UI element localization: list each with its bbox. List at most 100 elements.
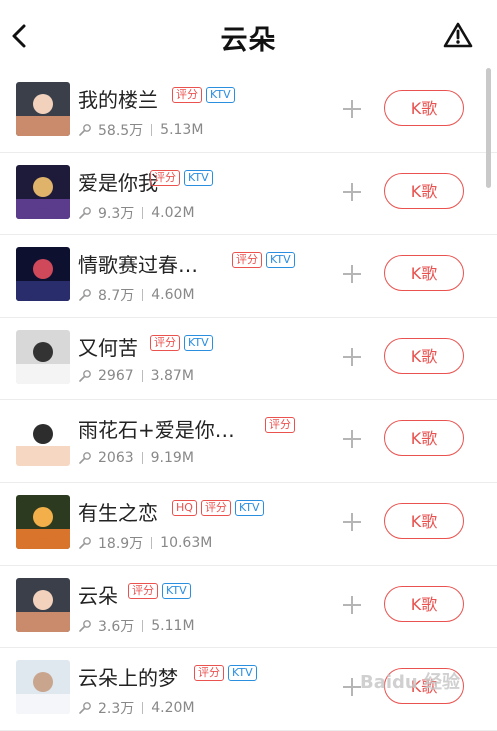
song-title: 云朵上的梦	[78, 666, 178, 691]
song-list: 我的楼兰 评分 KTV 58.5万 5.13M K歌 爱是你我 评分 KTV 9…	[0, 70, 497, 731]
ktv-tag: KTV	[266, 252, 295, 269]
sing-button[interactable]: K歌	[384, 172, 464, 209]
top-bar: 云朵	[0, 0, 497, 70]
song-title: 雨花石+爱是你…	[78, 418, 235, 443]
file-size: 3.87M	[150, 367, 194, 384]
album-cover[interactable]	[16, 247, 70, 302]
add-icon[interactable]	[341, 428, 363, 450]
microphone-icon	[79, 124, 91, 136]
song-tags: 评分 KTV	[194, 665, 257, 682]
song-row[interactable]: 我的楼兰 评分 KTV 58.5万 5.13M K歌	[0, 70, 497, 153]
add-icon[interactable]	[341, 98, 363, 120]
file-size: 4.60M	[151, 287, 195, 304]
add-icon[interactable]	[341, 181, 363, 203]
song-tags: 评分 KTV	[128, 582, 191, 599]
song-meta: 2.3万 4.20M	[78, 698, 195, 718]
song-title: 又何苦	[78, 335, 138, 360]
page-title: 云朵	[220, 25, 277, 56]
watermark: Baidu 经验	[360, 672, 461, 693]
microphone-icon	[79, 702, 91, 714]
score-tag: 评分	[150, 334, 180, 351]
add-icon[interactable]	[341, 594, 363, 616]
album-cover[interactable]	[16, 660, 70, 715]
microphone-icon	[79, 369, 91, 382]
song-row[interactable]: 情歌赛过春… 评分 KTV 8.7万 4.60M K歌	[0, 235, 497, 318]
sing-button[interactable]: K歌	[384, 255, 464, 292]
microphone-icon	[79, 619, 91, 632]
file-size: 5.11M	[151, 617, 195, 634]
song-row[interactable]: 有生之恋 HQ 评分 KTV 18.9万 10.63M K歌	[0, 483, 497, 566]
song-meta: 2967 3.87M	[78, 368, 194, 384]
score-tag: 评分	[265, 417, 295, 434]
album-cover[interactable]	[16, 494, 70, 549]
ktv-tag: KTV	[234, 499, 264, 516]
add-icon[interactable]	[341, 511, 363, 533]
play-count: 18.9万	[98, 535, 144, 552]
score-tag: 评分	[172, 87, 202, 103]
add-icon[interactable]	[341, 346, 363, 368]
score-tag: 评分	[128, 582, 158, 599]
divider	[151, 536, 153, 549]
song-meta: 3.6万 5.11M	[78, 616, 195, 636]
file-size: 4.20M	[151, 700, 195, 717]
divider	[141, 452, 143, 465]
play-count: 3.6万	[98, 618, 135, 635]
microphone-icon	[79, 537, 91, 549]
hq-tag: HQ	[172, 499, 197, 516]
file-size: 4.02M	[151, 204, 195, 221]
sing-button[interactable]: K歌	[384, 585, 464, 622]
score-tag: 评分	[150, 169, 180, 186]
song-row[interactable]: 雨花石+爱是你… 评分 2063 9.19M K歌	[0, 400, 497, 483]
file-size: 5.13M	[160, 122, 204, 138]
song-row[interactable]: 云朵 评分 KTV 3.6万 5.11M K歌	[0, 566, 497, 649]
song-row[interactable]: 又何苦 评分 KTV 2967 3.87M K歌	[0, 318, 497, 401]
divider	[142, 206, 144, 219]
microphone-icon	[79, 206, 91, 219]
album-cover[interactable]	[16, 577, 70, 632]
ktv-tag: KTV	[228, 665, 257, 682]
play-count: 9.3万	[98, 205, 135, 222]
play-count: 2967	[98, 367, 134, 384]
microphone-icon	[79, 289, 91, 301]
divider	[142, 289, 144, 302]
divider	[151, 124, 153, 136]
song-meta: 18.9万 10.63M	[78, 533, 212, 553]
song-tags: 评分 KTV	[150, 334, 213, 351]
song-title: 有生之恋	[78, 500, 158, 525]
divider	[142, 702, 144, 715]
song-title: 云朵	[78, 583, 118, 608]
file-size: 10.63M	[160, 534, 213, 551]
song-tags: 评分	[265, 417, 295, 434]
album-cover[interactable]	[16, 82, 70, 136]
ktv-tag: KTV	[184, 334, 213, 351]
album-cover[interactable]	[16, 412, 70, 467]
album-cover[interactable]	[16, 164, 70, 219]
album-cover[interactable]	[16, 329, 70, 384]
song-tags: 评分 KTV	[150, 169, 213, 186]
divider	[142, 619, 144, 632]
song-tags: 评分 KTV	[232, 252, 295, 269]
warning-triangle-icon[interactable]	[443, 21, 473, 49]
play-count: 8.7万	[98, 288, 135, 305]
song-title: 爱是你我	[78, 170, 158, 195]
score-tag: 评分	[232, 252, 262, 269]
divider	[141, 369, 143, 382]
song-title: 我的楼兰	[78, 88, 158, 112]
ktv-tag: KTV	[162, 582, 191, 599]
ktv-tag: KTV	[184, 169, 213, 186]
play-count: 2.3万	[98, 701, 135, 718]
microphone-icon	[79, 452, 91, 465]
add-icon[interactable]	[341, 263, 363, 285]
song-title: 情歌赛过春…	[78, 253, 198, 278]
scrollbar[interactable]	[486, 68, 491, 188]
sing-button[interactable]: K歌	[384, 502, 464, 539]
song-row[interactable]: 爱是你我 评分 KTV 9.3万 4.02M K歌	[0, 153, 497, 236]
sing-button[interactable]: K歌	[384, 90, 464, 126]
ktv-tag: KTV	[206, 87, 235, 103]
song-tags: 评分 KTV	[172, 87, 235, 103]
file-size: 9.19M	[150, 450, 194, 467]
sing-button[interactable]: K歌	[384, 420, 464, 457]
song-meta: 2063 9.19M	[78, 450, 194, 466]
sing-button[interactable]: K歌	[384, 337, 464, 374]
song-meta: 9.3万 4.02M	[78, 203, 195, 223]
